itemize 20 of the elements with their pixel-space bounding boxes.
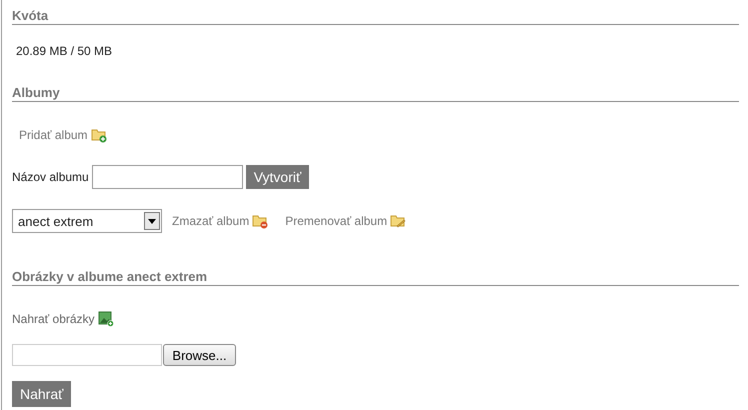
album-name-field[interactable]	[92, 165, 243, 189]
add-album-link[interactable]: Pridať album	[19, 128, 88, 142]
folder-delete-icon	[252, 213, 268, 229]
upload-images-link[interactable]: Nahrať obrázky	[12, 312, 95, 326]
quota-text: 20.89 MB / 50 MB	[16, 44, 114, 59]
section-heading: Obrázky v albume anect extrem	[12, 269, 739, 286]
section-heading: Albumy	[12, 85, 739, 102]
delete-album-link[interactable]: Zmazať album	[172, 214, 250, 228]
folder-add-icon	[90, 127, 107, 143]
album-name-label: Názov albumu	[12, 170, 89, 184]
image-add-icon	[98, 311, 114, 327]
create-button[interactable]: Vytvoriť	[246, 165, 310, 189]
section-heading: Kvóta	[12, 8, 739, 25]
folder-pencil-icon	[390, 213, 406, 229]
rename-album-link[interactable]: Premenovať album	[285, 214, 388, 228]
browse-button[interactable]: Browse...	[163, 344, 236, 366]
file-path-field[interactable]	[12, 344, 162, 366]
album-dropdown[interactable]: anect extrem	[12, 209, 162, 233]
upload-button[interactable]: Nahrať	[12, 381, 72, 407]
selected-album-text: anect extrem	[18, 214, 94, 228]
